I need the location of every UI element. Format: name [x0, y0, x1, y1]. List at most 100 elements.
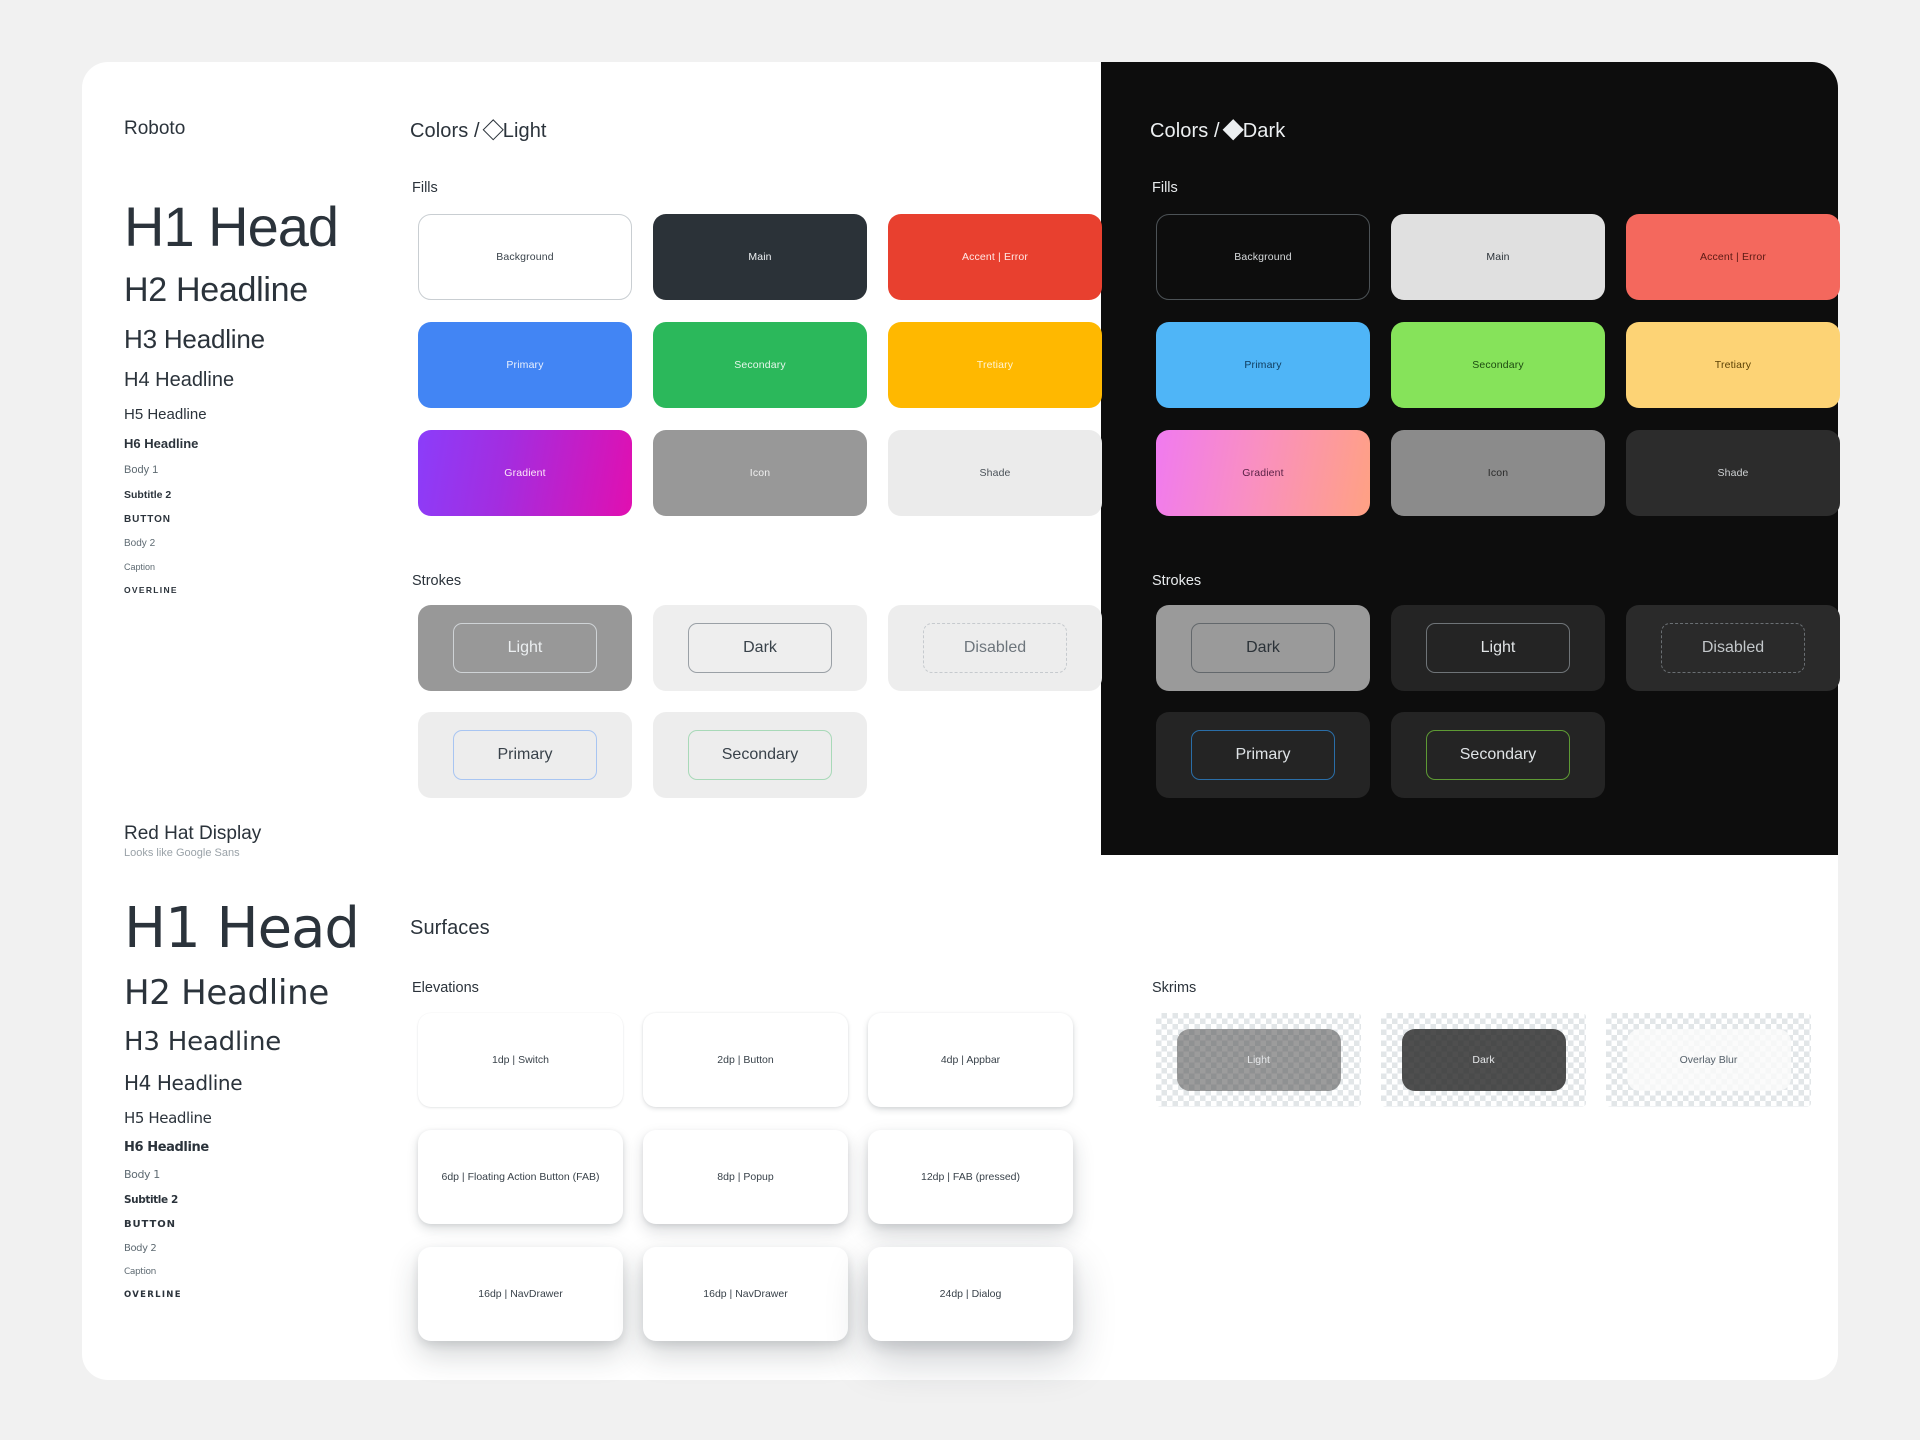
stroke-swatch-light[interactable]: Light [418, 605, 632, 691]
stroke-sample-box: Dark [688, 623, 832, 673]
stroke-swatch-light[interactable]: Light [1391, 605, 1605, 691]
elevation-label: 12dp | FAB (pressed) [920, 1171, 1021, 1183]
swatch-label: Primary [506, 359, 544, 371]
type-sample-body-1: Body 1 [124, 464, 159, 477]
swatch-label: Shade [979, 467, 1011, 479]
elevation-card[interactable]: 24dp | Dialog [868, 1247, 1073, 1341]
stroke-swatch-secondary[interactable]: Secondary [1391, 712, 1605, 798]
swatch-label: Icon [749, 467, 771, 479]
elevation-label: 1dp | Switch [491, 1054, 549, 1066]
elevation-label: 4dp | Appbar [940, 1054, 1001, 1066]
stroke-sample-box: Light [1426, 623, 1570, 673]
type-sample-caption: Caption [124, 562, 156, 573]
design-system-page: Roboto H1 Head H2 Headline H3 Headline H4 H… [0, 0, 1920, 1440]
type-sample-body-2: Body 2 [124, 1243, 157, 1255]
elevation-card[interactable]: 4dp | Appbar [868, 1013, 1073, 1107]
type-sample-subtitle-2: Subtitle 2 [124, 489, 172, 502]
fill-swatch-gradient[interactable]: Gradient [1156, 430, 1370, 516]
swatch-label: Secondary [1459, 745, 1537, 763]
skrim-card-dark[interactable]: Dark [1381, 1013, 1586, 1107]
type-sample-button: BUTTON [124, 1219, 176, 1231]
redhat-font-name: Red Hat Display [124, 823, 262, 844]
elevation-card[interactable]: 8dp | Popup [643, 1130, 848, 1224]
redhat-type-scale: H1 Head H2 Headline H3 Headline H4 Headline… [124, 896, 360, 1300]
stroke-swatch-primary[interactable]: Primary [418, 712, 632, 798]
stroke-swatch-dark[interactable]: Dark [1156, 605, 1370, 691]
swatch-label: Shade [1717, 467, 1749, 479]
elevation-card[interactable]: 2dp | Button [643, 1013, 848, 1107]
redhat-type-column: Red Hat Display Looks like Google Sans [124, 823, 261, 859]
type-sample-h6-headline: H6 Headline [124, 1140, 209, 1156]
skrims-grid: Light Dark Overlay Blur [1156, 1013, 1811, 1107]
dark-strokes-heading: Strokes [1152, 573, 1202, 589]
elevation-card[interactable]: 12dp | FAB (pressed) [868, 1130, 1073, 1224]
swatch-label: Background [496, 251, 554, 263]
swatch-label: Primary [497, 745, 553, 763]
type-sample-h3-headline: H3 Headline [124, 1027, 282, 1058]
elevations-heading: Elevations [412, 980, 479, 996]
stroke-swatch-secondary[interactable]: Secondary [653, 712, 867, 798]
elevation-card[interactable]: 16dp | NavDrawer [643, 1247, 848, 1341]
fill-swatch-accent-error[interactable]: Accent | Error [888, 214, 1102, 300]
fill-swatch-icon[interactable]: Icon [653, 430, 867, 516]
swatch-label: Primary [1244, 359, 1282, 371]
stroke-sample-box: Disabled [923, 623, 1067, 673]
fill-swatch-accent-error[interactable]: Accent | Error [1626, 214, 1840, 300]
stroke-sample-box: Light [453, 623, 597, 673]
fill-swatch-gradient[interactable]: Gradient [418, 430, 632, 516]
colors-light-title: Colors / Light [410, 119, 547, 143]
swatch-label: Secondary [734, 359, 786, 371]
stroke-swatch-disabled[interactable]: Disabled [1626, 605, 1840, 691]
skrim-label: Overlay Blur [1679, 1054, 1738, 1066]
light-fills-heading: Fills [412, 180, 438, 196]
type-sample-h2-headline: H2 Headline [124, 973, 329, 1014]
skrim-card-overlay-blur[interactable]: Overlay Blur [1606, 1013, 1811, 1107]
redhat-font-subtitle: Looks like Google Sans [124, 847, 240, 859]
diamond-filled-icon [1222, 119, 1244, 141]
fill-swatch-main[interactable]: Main [653, 214, 867, 300]
elevation-label: 6dp | Floating Action Button (FAB) [441, 1171, 600, 1183]
fill-swatch-icon[interactable]: Icon [1391, 430, 1605, 516]
stroke-swatch-disabled[interactable]: Disabled [888, 605, 1102, 691]
stroke-sample-box: Dark [1191, 623, 1335, 673]
fill-swatch-secondary[interactable]: Secondary [653, 322, 867, 408]
stroke-swatch-primary[interactable]: Primary [1156, 712, 1370, 798]
swatch-label: Dark [1246, 638, 1280, 656]
skrim-card-light[interactable]: Light [1156, 1013, 1361, 1107]
fill-swatch-tretiary[interactable]: Tretiary [888, 322, 1102, 408]
swatch-label: Background [1234, 251, 1292, 263]
elevation-label: 8dp | Popup [717, 1171, 774, 1183]
fill-swatch-tretiary[interactable]: Tretiary [1626, 322, 1840, 408]
swatch-label: Secondary [1472, 359, 1524, 371]
type-sample-h5-headline: H5 Headline [124, 1109, 212, 1128]
swatch-label: Accent | Error [1699, 251, 1767, 263]
fill-swatch-secondary[interactable]: Secondary [1391, 322, 1605, 408]
elevation-card[interactable]: 1dp | Switch [418, 1013, 623, 1107]
skrim-overlay: Light [1176, 1028, 1341, 1092]
stroke-sample-box: Secondary [688, 730, 832, 780]
type-sample-h1-head: H1 Head [124, 896, 360, 961]
elevations-grid: 1dp | Switch 2dp | Button 4dp | Appbar 6dp … [418, 1013, 1073, 1341]
type-sample-caption: Caption [124, 1267, 156, 1278]
elevation-label: 16dp | NavDrawer [478, 1288, 563, 1300]
fill-swatch-primary[interactable]: Primary [1156, 322, 1370, 408]
swatch-label: Gradient [504, 467, 546, 479]
fill-swatch-main[interactable]: Main [1391, 214, 1605, 300]
fill-swatch-shade[interactable]: Shade [1626, 430, 1840, 516]
elevation-label: 24dp | Dialog [939, 1288, 1002, 1300]
fill-swatch-primary[interactable]: Primary [418, 322, 632, 408]
fill-swatch-background[interactable]: Background [1156, 214, 1370, 300]
fill-swatch-shade[interactable]: Shade [888, 430, 1102, 516]
type-sample-body-2: Body 2 [124, 538, 156, 550]
stroke-swatch-dark[interactable]: Dark [653, 605, 867, 691]
swatch-label: Accent | Error [961, 251, 1029, 263]
fill-swatch-background[interactable]: Background [418, 214, 632, 300]
stroke-sample-box: Primary [1191, 730, 1335, 780]
surfaces-title: Surfaces [410, 917, 490, 939]
stroke-sample-box: Primary [453, 730, 597, 780]
swatch-label: Tretiary [1714, 359, 1752, 371]
dark-strokes-grid: Dark Light Disabled Primary Secondary [1156, 605, 1840, 798]
elevation-card[interactable]: 16dp | NavDrawer [418, 1247, 623, 1341]
skrim-overlay: Dark [1401, 1028, 1566, 1092]
elevation-card[interactable]: 6dp | Floating Action Button (FAB) [418, 1130, 623, 1224]
